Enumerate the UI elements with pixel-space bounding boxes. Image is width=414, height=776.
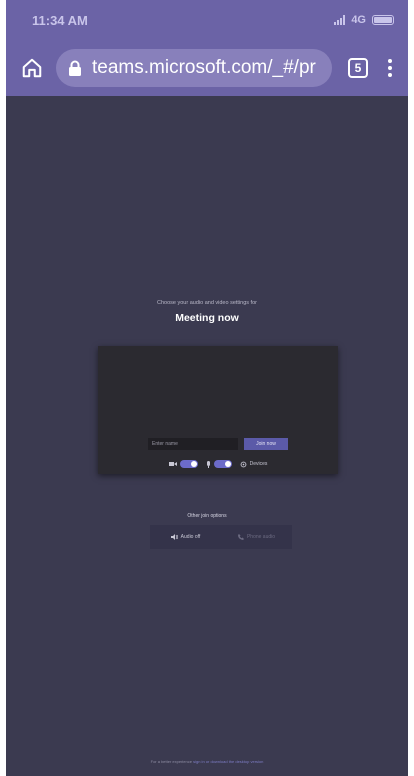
video-preview: Join now Devices <box>98 346 338 474</box>
address-bar[interactable]: teams.microsoft.com/_#/pr <box>56 49 332 87</box>
devices-label: Devices <box>249 461 268 467</box>
sign-in-link[interactable]: sign in or download the desktop version <box>193 759 263 764</box>
lock-icon <box>69 60 81 76</box>
gear-icon <box>240 461 246 467</box>
url-text: teams.microsoft.com/_#/pr <box>92 57 316 78</box>
join-now-button[interactable]: Join now <box>244 438 288 450</box>
phone-audio-label: Phone audio <box>246 534 276 540</box>
audio-off-button[interactable]: Audio off <box>150 525 221 549</box>
camera-toggle[interactable] <box>179 460 198 468</box>
phone-icon <box>237 534 244 540</box>
tab-switcher-button[interactable]: 5 <box>348 58 368 78</box>
other-join-options: Audio off Phone audio <box>150 525 292 549</box>
phone-screen: 11:34 AM 4G teams.microsoft.com/_#/pr 5 … <box>6 0 408 776</box>
home-icon <box>22 58 42 78</box>
speaker-off-icon <box>170 534 178 540</box>
home-button[interactable] <box>18 54 46 82</box>
other-join-options-title: Other join options <box>187 513 227 519</box>
meeting-title: Meeting now <box>175 312 239 324</box>
camera-control <box>168 460 198 468</box>
phone-audio-button[interactable]: Phone audio <box>221 525 292 549</box>
browser-toolbar: teams.microsoft.com/_#/pr 5 <box>6 40 408 96</box>
mic-control <box>206 460 232 468</box>
network-label: 4G <box>351 14 366 26</box>
camera-icon <box>168 462 177 466</box>
name-input[interactable] <box>148 438 238 450</box>
overflow-menu-icon[interactable] <box>384 59 396 77</box>
av-controls: Devices <box>98 460 338 468</box>
audio-off-label: Audio off <box>180 534 201 540</box>
devices-button[interactable]: Devices <box>240 461 268 468</box>
microphone-icon <box>206 460 210 468</box>
footer-text: For a better experience <box>150 759 192 764</box>
mic-toggle[interactable] <box>213 460 232 468</box>
meeting-subtitle: Choose your audio and video settings for <box>157 300 257 306</box>
footer-note: For a better experience sign in or downl… <box>6 759 408 764</box>
status-time: 11:34 AM <box>32 12 88 28</box>
signal-icon <box>334 15 346 25</box>
status-icons: 4G <box>334 14 394 26</box>
status-bar: 11:34 AM 4G <box>6 0 408 40</box>
battery-icon <box>372 15 394 25</box>
